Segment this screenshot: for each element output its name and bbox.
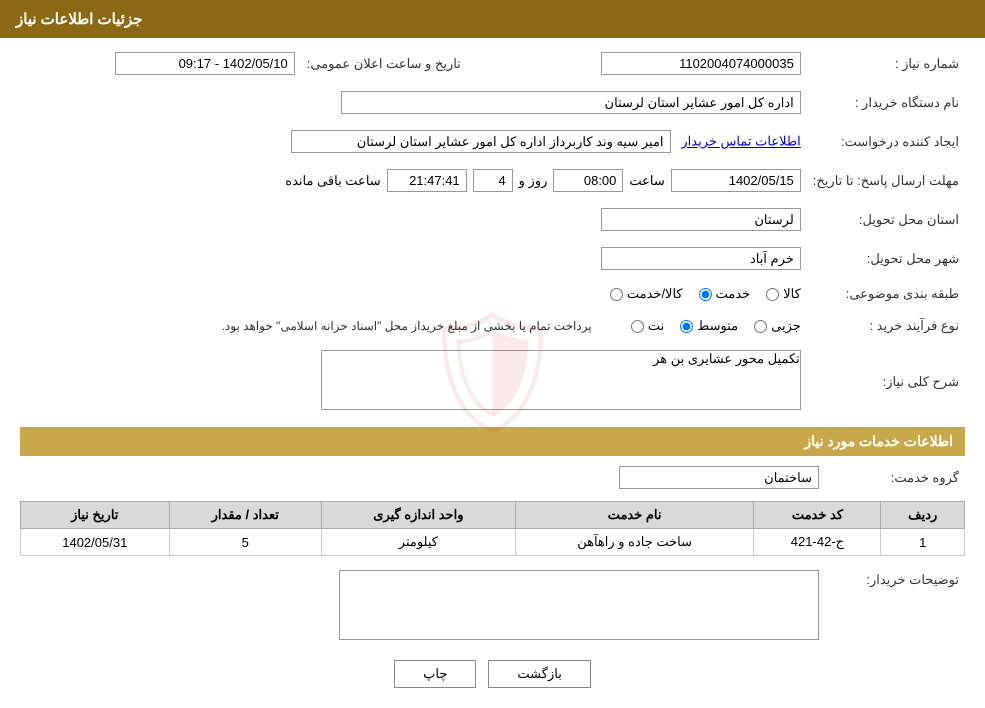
buyer-input[interactable]	[341, 91, 801, 114]
category-kala-khedmat-radio[interactable]	[610, 288, 623, 301]
category-option-kala[interactable]: کالا	[766, 286, 801, 302]
col-header-date: تاریخ نیاز	[21, 502, 170, 529]
requester-link[interactable]: اطلاعات تماس خریدار	[681, 134, 800, 149]
info-table: شماره نیاز : تاریخ و ساعت اعلان عمومی: ن…	[20, 48, 965, 417]
table-cell-quantity: 5	[169, 529, 321, 556]
datetime-row: ساعت روز و ساعت باقی مانده	[26, 169, 801, 192]
service-group-label: گروه خدمت:	[825, 462, 965, 493]
row-need-desc: شرح کلی نیاز: // Populate textarea after…	[20, 346, 965, 417]
table-cell-row: 1	[881, 529, 965, 556]
services-section-header: اطلاعات خدمات مورد نیاز	[20, 427, 965, 456]
need-desc-label: شرح کلی نیاز:	[807, 346, 965, 417]
row-process: نوع فرآیند خرید : جزیی متوسط نت	[20, 314, 965, 338]
bottom-buttons: بازگشت چاپ	[20, 660, 965, 688]
back-button[interactable]: بازگشت	[488, 660, 590, 688]
process-option-jozi[interactable]: جزیی	[754, 318, 801, 334]
process-option-net[interactable]: نت	[631, 318, 664, 334]
table-cell-date: 1402/05/31	[21, 529, 170, 556]
category-option-khedmat[interactable]: خدمت	[699, 286, 751, 302]
need-number-label: شماره نیاز :	[807, 48, 965, 79]
process-jozi-radio[interactable]	[754, 320, 767, 333]
buyer-desc-label: توضیحات خریدار:	[825, 566, 965, 644]
category-label: طبقه بندی موضوعی:	[807, 282, 965, 306]
row-need-number: شماره نیاز : تاریخ و ساعت اعلان عمومی:	[20, 48, 965, 79]
table-cell-code: ج-42-421	[754, 529, 881, 556]
page-wrapper: جزئیات اطلاعات نیاز 🛡 شماره نیاز : تاریخ…	[0, 0, 985, 708]
category-radio-group: کالا خدمت کالا/خدمت	[26, 286, 801, 302]
service-group-table: گروه خدمت:	[20, 462, 965, 493]
send-date-input[interactable]	[671, 169, 801, 192]
process-net-radio[interactable]	[631, 320, 644, 333]
send-days-input[interactable]	[473, 169, 513, 192]
row-buyer-desc: توضیحات خریدار:	[20, 566, 965, 644]
buyer-desc-table: توضیحات خریدار:	[20, 566, 965, 644]
category-option-kala-khedmat[interactable]: کالا/خدمت	[610, 286, 683, 302]
col-header-unit: واحد اندازه گیری	[321, 502, 515, 529]
requester-label: ایجاد کننده درخواست:	[807, 126, 965, 157]
content-area: 🛡 شماره نیاز : تاریخ و ساعت اعلان عمومی:…	[0, 38, 985, 708]
service-group-input[interactable]	[619, 466, 819, 489]
send-time-input[interactable]	[553, 169, 623, 192]
process-note: پرداخت تمام یا بخشی از مبلغ خریداز محل "…	[222, 319, 592, 333]
process-net-label: نت	[648, 318, 664, 334]
process-radio-group: جزیی متوسط نت پرداخت تمام یا بخشی ا	[26, 318, 801, 334]
process-jozi-label: جزیی	[771, 318, 801, 334]
process-label: نوع فرآیند خرید :	[807, 314, 965, 338]
row-buyer: نام دستگاه خریدار :	[20, 87, 965, 118]
announce-input[interactable]	[115, 52, 295, 75]
row-requester: ایجاد کننده درخواست: اطلاعات تماس خریدار	[20, 126, 965, 157]
table-row: 1ج-42-421ساخت جاده و راهآهنکیلومتر51402/…	[21, 529, 965, 556]
send-time-label: ساعت	[629, 173, 664, 189]
process-motavasset-radio[interactable]	[680, 320, 693, 333]
services-table: ردیف کد خدمت نام خدمت واحد اندازه گیری ت…	[20, 501, 965, 556]
category-khedmat-label: خدمت	[716, 286, 751, 302]
services-table-body: 1ج-42-421ساخت جاده و راهآهنکیلومتر51402/…	[21, 529, 965, 556]
announce-value	[20, 48, 301, 79]
need-desc-input[interactable]	[321, 350, 801, 410]
row-service-group: گروه خدمت:	[20, 462, 965, 493]
print-button[interactable]: چاپ	[394, 660, 476, 688]
services-table-header-row: ردیف کد خدمت نام خدمت واحد اندازه گیری ت…	[21, 502, 965, 529]
category-kala-khedmat-label: کالا/خدمت	[627, 286, 683, 302]
col-header-name: نام خدمت	[515, 502, 754, 529]
send-remaining-label: ساعت باقی مانده	[285, 173, 380, 189]
col-header-code: کد خدمت	[754, 502, 881, 529]
send-remaining-input[interactable]	[387, 169, 467, 192]
page-header: جزئیات اطلاعات نیاز	[0, 0, 985, 38]
category-kala-radio[interactable]	[766, 288, 779, 301]
col-header-quantity: تعداد / مقدار	[169, 502, 321, 529]
page-title: جزئیات اطلاعات نیاز	[16, 11, 143, 28]
row-city: شهر محل تحویل:	[20, 243, 965, 274]
city-label: شهر محل تحویل:	[807, 243, 965, 274]
need-number-value	[497, 48, 807, 79]
services-section-label: اطلاعات خدمات مورد نیاز	[804, 433, 953, 449]
buyer-label: نام دستگاه خریدار :	[807, 87, 965, 118]
row-category: طبقه بندی موضوعی: کالا خدمت کالا/خدمت	[20, 282, 965, 306]
process-option-motavasset[interactable]: متوسط	[680, 318, 738, 334]
announce-label: تاریخ و ساعت اعلان عمومی:	[301, 48, 467, 79]
row-province: استان محل تحویل:	[20, 204, 965, 235]
province-label: استان محل تحویل:	[807, 204, 965, 235]
process-motavasset-label: متوسط	[697, 318, 738, 334]
category-kala-label: کالا	[783, 286, 801, 302]
table-cell-unit: کیلومتر	[321, 529, 515, 556]
col-header-row: ردیف	[881, 502, 965, 529]
province-input[interactable]	[601, 208, 801, 231]
buyer-desc-input[interactable]	[339, 570, 819, 640]
table-cell-name: ساخت جاده و راهآهن	[515, 529, 754, 556]
row-send-date: مهلت ارسال پاسخ: تا تاریخ: ساعت روز و سا…	[20, 165, 965, 196]
category-khedmat-radio[interactable]	[699, 288, 712, 301]
need-number-input[interactable]	[601, 52, 801, 75]
requester-input[interactable]	[291, 130, 671, 153]
send-days-label: روز و	[519, 173, 548, 189]
city-input[interactable]	[601, 247, 801, 270]
services-table-head: ردیف کد خدمت نام خدمت واحد اندازه گیری ت…	[21, 502, 965, 529]
send-date-label: مهلت ارسال پاسخ: تا تاریخ:	[807, 165, 965, 196]
